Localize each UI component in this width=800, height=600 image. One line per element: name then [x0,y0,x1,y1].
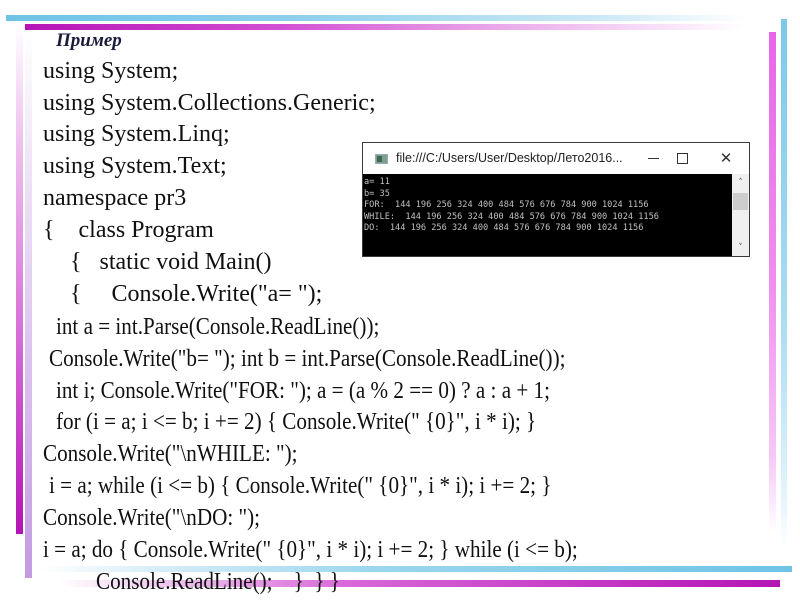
maximize-button[interactable] [662,143,702,174]
close-button[interactable]: ✕ [706,143,746,174]
console-window-title: file:///C:/Users/User/Desktop/Лето2016..… [396,151,623,165]
code-line: int i; Console.Write("FOR: "); a = (a % … [56,378,550,404]
console-output-line: a= 11 [364,177,390,187]
close-icon: ✕ [719,149,733,167]
code-line: Console.Write("\nDO: "); [43,505,261,531]
scrollbar-thumb[interactable] [733,193,748,210]
code-line: using System.Linq; [43,121,230,147]
code-line: i = a; do { Console.Write(" {0}", i * i)… [43,537,578,563]
console-scrollbar[interactable]: ˄ ˅ [732,174,749,256]
code-line: int a = int.Parse(Console.ReadLine()); [56,314,380,340]
console-output-line: WHILE: 144 196 256 324 400 484 576 676 7… [364,211,659,222]
chevron-up-icon[interactable]: ˄ [732,174,749,191]
code-line: Console.Write("b= "); int b = int.Parse(… [49,346,566,372]
maximize-icon [676,153,688,164]
chevron-down-icon[interactable]: ˅ [732,239,749,256]
console-output-line: b= 35 [364,188,390,199]
code-line: { class Program [43,217,214,243]
code-line: using System.Collections.Generic; [43,90,376,116]
code-line: { static void Main() [70,249,272,275]
console-output-line: FOR: 144 196 256 324 400 484 576 676 784… [364,200,649,211]
console-titlebar[interactable]: file:///C:/Users/User/Desktop/Лето2016..… [363,143,749,174]
code-line: for (i = a; i <= b; i += 2) { Console.Wr… [56,409,537,435]
slide: Пример using System; using System.Collec… [0,0,800,600]
code-line: { Console.Write("a= "); [70,281,323,307]
code-line: namespace pr3 [43,185,187,211]
console-output: a= 11 b= 35 FOR: 144 196 256 324 400 484… [363,174,732,256]
minimize-icon [647,158,659,159]
code-line: Console.ReadLine(); } } } [96,569,340,595]
code-line: Console.Write("\nWHILE: "); [43,441,298,467]
code-line: i = a; while (i <= b) { Console.Write(" … [49,473,552,499]
code-line: using System.Text; [43,153,227,179]
console-output-line: DO: 144 196 256 324 400 484 576 676 784 … [364,223,644,234]
console-app-icon [375,154,388,164]
code-line: using System; [43,58,179,84]
console-window: file:///C:/Users/User/Desktop/Лето2016..… [362,142,750,257]
code-listing: using System; using System.Collections.G… [0,0,800,600]
